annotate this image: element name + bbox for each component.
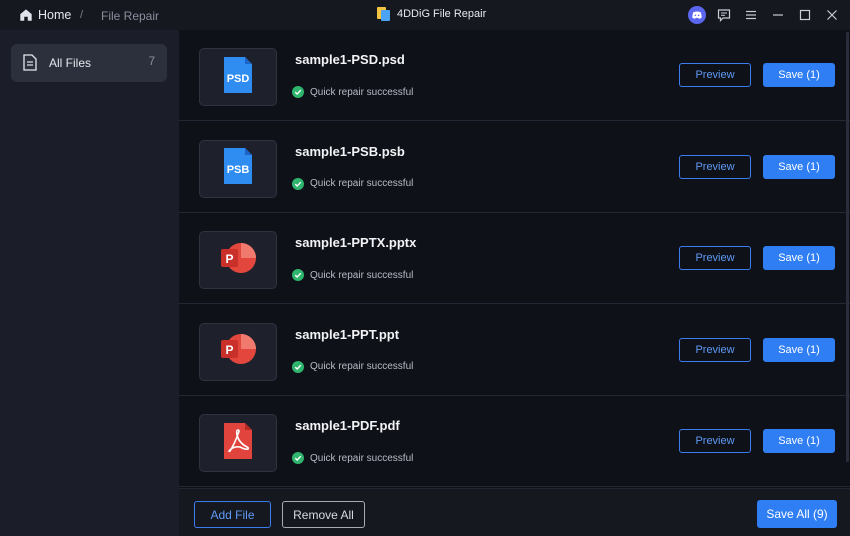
file-name: sample1-PSD.psd <box>295 52 405 67</box>
preview-button[interactable]: Preview <box>679 154 751 179</box>
file-name: sample1-PDF.pdf <box>295 418 400 433</box>
breadcrumb-current: File Repair <box>101 9 160 23</box>
pdf-file-icon <box>218 421 258 466</box>
home-link[interactable]: Home <box>19 8 71 22</box>
repair-status: Quick repair successful <box>292 177 414 190</box>
footer-bar: Add File Remove All Save All (9) <box>179 488 850 536</box>
preview-button[interactable]: Preview <box>679 429 751 453</box>
svg-text:PSD: PSD <box>227 73 250 85</box>
file-thumbnail: P <box>199 322 277 381</box>
file-row: PSD sample1-PSD.psd Quick repair successfu… <box>179 30 850 121</box>
repair-status: Quick repair successful <box>292 452 413 464</box>
save-button[interactable]: Save (1) <box>763 429 835 453</box>
ppt-file-icon: P <box>218 329 258 374</box>
file-row: Psample1-PPT.ppt Quick repair successful P… <box>179 305 850 396</box>
save-button[interactable]: Save (1) <box>763 246 835 270</box>
discord-icon <box>688 6 706 24</box>
sidebar: All Files 7 <box>0 30 179 536</box>
file-row: PSB sample1-PSB.psb Quick repair successfu… <box>179 122 850 213</box>
file-name: sample1-PSB.psb <box>295 143 405 159</box>
svg-text:PSB: PSB <box>227 164 250 176</box>
minimize-icon <box>773 14 783 16</box>
sidebar-item-all-files[interactable]: All Files 7 <box>11 44 167 82</box>
check-circle-icon <box>292 86 304 98</box>
repair-status-text: Quick repair successful <box>310 361 414 372</box>
file-row: Psample1-PPTX.pptx Quick repair successfu… <box>179 213 850 304</box>
svg-text:P: P <box>225 252 233 266</box>
app-logo-icon <box>377 7 390 21</box>
scrollbar[interactable] <box>846 32 849 462</box>
home-label: Home <box>38 8 72 22</box>
chat-icon <box>717 9 731 22</box>
sidebar-item-count: 7 <box>148 56 155 68</box>
check-circle-icon <box>292 452 304 464</box>
check-circle-icon <box>292 269 304 281</box>
menu-button[interactable] <box>741 5 761 25</box>
breadcrumb-separator: / <box>80 9 84 21</box>
maximize-icon <box>799 9 811 21</box>
close-button[interactable] <box>822 5 842 25</box>
save-all-button[interactable]: Save All (9) <box>757 500 837 528</box>
sidebar-item-label: All Files <box>49 56 92 70</box>
file-thumbnail <box>199 414 277 472</box>
hamburger-menu-icon <box>746 10 756 20</box>
preview-button[interactable]: Preview <box>679 246 751 270</box>
document-icon <box>23 54 37 71</box>
close-icon <box>827 10 837 20</box>
minimize-button[interactable] <box>768 5 788 25</box>
repair-status: Quick repair successful <box>292 360 414 373</box>
preview-button[interactable]: Preview <box>679 63 751 87</box>
psb-file-icon: PSB <box>218 146 258 191</box>
discord-button[interactable] <box>687 5 707 25</box>
window-controls <box>687 5 842 25</box>
file-name: sample1-PPT.ppt <box>295 326 400 342</box>
remove-all-button[interactable]: Remove All <box>282 501 365 528</box>
check-circle-icon <box>292 177 304 190</box>
svg-text:P: P <box>225 343 233 357</box>
maximize-button[interactable] <box>795 5 815 25</box>
home-icon <box>20 9 32 21</box>
app-title-text: 4DDiG File Repair <box>397 8 487 20</box>
feedback-button[interactable] <box>714 5 734 25</box>
save-button[interactable]: Save (1) <box>763 154 835 179</box>
pptx-file-icon: P <box>218 238 258 283</box>
repair-status-text: Quick repair successful <box>310 269 414 281</box>
title-bar: Home / File Repair 4DDiG File Repair <box>0 0 850 30</box>
repair-status: Quick repair successful <box>292 86 413 98</box>
app-title: 4DDiG File Repair <box>377 6 486 22</box>
preview-button[interactable]: Preview <box>679 337 751 362</box>
save-button[interactable]: Save (1) <box>763 63 835 87</box>
repair-status: Quick repair successful <box>292 269 413 281</box>
file-row: sample1-PDF.pdf Quick repair successful Pr… <box>179 396 850 487</box>
check-circle-icon <box>292 360 304 373</box>
file-list: PSD sample1-PSD.psd Quick repair successfu… <box>179 30 850 488</box>
add-file-button[interactable]: Add File <box>194 501 271 528</box>
repair-status-text: Quick repair successful <box>310 452 414 464</box>
file-thumbnail: PSD <box>199 48 277 106</box>
repair-status-text: Quick repair successful <box>310 86 414 98</box>
save-button[interactable]: Save (1) <box>763 337 835 362</box>
psd-file-icon: PSD <box>218 55 258 100</box>
file-thumbnail: P <box>199 231 277 289</box>
repair-status-text: Quick repair successful <box>310 178 414 189</box>
file-name: sample1-PPTX.pptx <box>295 235 417 250</box>
file-thumbnail: PSB <box>199 139 277 198</box>
